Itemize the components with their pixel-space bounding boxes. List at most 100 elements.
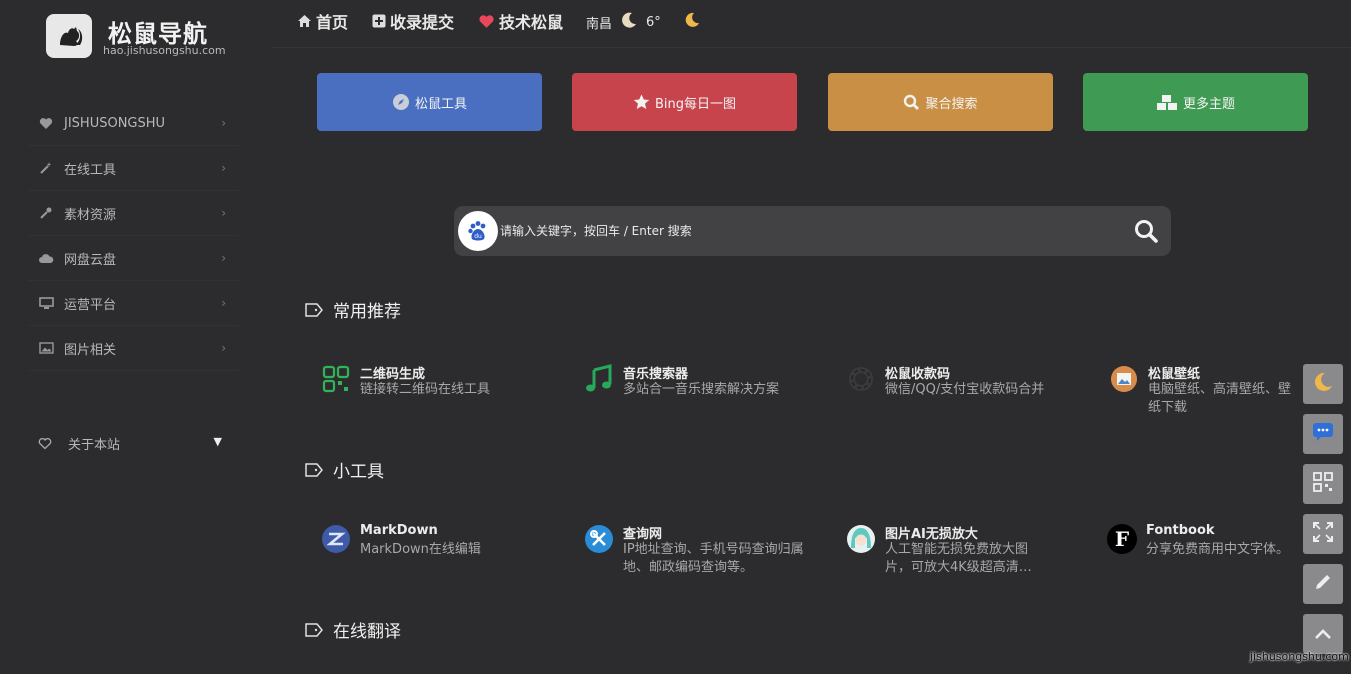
card-desc: 分享免费商用中文字体。: [1146, 542, 1290, 557]
qrcode-icon: [320, 363, 352, 395]
chevron-right-icon: ›: [221, 116, 226, 130]
search-submit-icon[interactable]: [1134, 219, 1159, 244]
sidebar-item-operations[interactable]: 运营平台 ›: [28, 281, 238, 326]
sidebar-item-images[interactable]: 图片相关 ›: [28, 326, 238, 371]
svg-text:F: F: [1115, 527, 1129, 551]
float-back-to-top-button[interactable]: [1303, 614, 1343, 654]
sidebar-item-label: 网盘云盘: [64, 252, 117, 268]
sidebar-nav: JISHUSONGSHU › 在线工具 › 素材资源 › 网盘云盘 › 运营平台…: [28, 101, 238, 371]
sidebar-item-label: 素材资源: [64, 207, 117, 223]
section-title-text: 在线翻译: [333, 622, 401, 642]
top-nav: 首页 收录提交 技术松鼠: [297, 9, 587, 33]
section-title-text: 常用推荐: [333, 302, 401, 322]
nav-tech-link[interactable]: 技术松鼠: [478, 9, 563, 33]
sidebar-item-online-tools[interactable]: 在线工具 ›: [28, 146, 238, 191]
nav-home-label: 首页: [316, 13, 349, 32]
chevron-right-icon: ›: [221, 161, 226, 175]
card-desc: 多站合一音乐搜索解决方案: [623, 382, 780, 397]
cloud-icon: [36, 251, 56, 265]
quick-button-search[interactable]: 聚合搜索: [828, 73, 1053, 131]
nav-submit-label: 收录提交: [390, 13, 455, 32]
quick-button-label: 松鼠工具: [414, 96, 467, 112]
qrcode-icon: [1313, 472, 1333, 496]
tools-icon: [583, 523, 615, 555]
squirrel-logo-icon: [46, 14, 92, 58]
chevron-right-icon: ›: [221, 341, 226, 355]
chevron-right-icon: ›: [221, 251, 226, 265]
sidebar: 松鼠导航 hao.jishusongshu.com JISHUSONGSHU ›…: [0, 0, 270, 674]
heart-outline-icon: [38, 437, 54, 450]
heart-icon: [478, 14, 495, 29]
sidebar-item-label: 在线工具: [64, 162, 117, 178]
card-name: 图片AI无损放大: [885, 527, 978, 542]
chevron-right-icon: ›: [221, 296, 226, 310]
dark-mode-toggle-icon[interactable]: [683, 11, 701, 33]
search-icon: [903, 94, 920, 111]
chevron-right-icon: ›: [221, 206, 226, 220]
quick-button-label: 更多主题: [1182, 96, 1235, 112]
card-desc: 链接转二维码在线工具: [360, 382, 491, 397]
float-edit-button[interactable]: [1303, 564, 1343, 604]
nav-tech-label: 技术松鼠: [499, 13, 564, 32]
nav-home-link[interactable]: 首页: [297, 9, 348, 33]
quick-button-tools[interactable]: 松鼠工具: [317, 73, 542, 131]
quick-button-label: Bing每日一图: [654, 96, 737, 112]
search-bar: du: [454, 206, 1171, 256]
nav-submit-link[interactable]: 收录提交: [372, 9, 454, 33]
image-icon: [36, 341, 56, 355]
chat-icon: [1312, 422, 1334, 446]
float-dark-mode-button[interactable]: [1303, 364, 1343, 404]
card-desc: MarkDown在线编辑: [360, 542, 481, 557]
card-name: MarkDown: [360, 523, 438, 538]
music-note-icon: [583, 363, 615, 395]
fontbook-logo-icon: F: [1106, 523, 1138, 555]
section-title-translate: 在线翻译: [305, 617, 401, 642]
home-icon: [297, 14, 312, 28]
magic-wand-icon: [36, 161, 56, 175]
plus-square-icon: [372, 14, 386, 28]
sidebar-item-jishusongshu[interactable]: JISHUSONGSHU ›: [28, 101, 238, 146]
about-label: 关于本站: [68, 437, 121, 453]
cubes-icon: [1156, 94, 1178, 111]
float-qrcode-button[interactable]: [1303, 464, 1343, 504]
moon-icon: [620, 11, 638, 33]
wallpaper-image-icon: [1108, 363, 1140, 395]
fullscreen-icon: [1313, 522, 1333, 546]
sidebar-item-label: JISHUSONGSHU: [64, 115, 166, 131]
moon-icon: [1312, 371, 1334, 397]
svg-text:du: du: [474, 233, 482, 240]
weather-temp: 6°: [646, 14, 661, 30]
quick-button-label: 聚合搜索: [925, 96, 978, 112]
quick-button-bing[interactable]: Bing每日一图: [572, 73, 797, 131]
float-chat-button[interactable]: [1303, 414, 1343, 454]
section-title-text: 小工具: [333, 462, 384, 482]
section-title-recommend: 常用推荐: [305, 297, 401, 322]
card-desc: 微信/QQ/支付宝收款码合并: [885, 382, 1045, 397]
sidebar-item-cloud-drive[interactable]: 网盘云盘 ›: [28, 236, 238, 281]
card-desc: 人工智能无损免费放大图片，可放大4K级超高清…: [885, 542, 1032, 575]
baidu-icon[interactable]: du: [458, 211, 498, 251]
quick-button-themes[interactable]: 更多主题: [1083, 73, 1308, 131]
watermark: jishusongshu.com: [1250, 650, 1349, 663]
sidebar-item-assets[interactable]: 素材资源 ›: [28, 191, 238, 236]
weather-city: 南昌: [586, 16, 613, 32]
float-fullscreen-button[interactable]: [1303, 514, 1343, 554]
search-input[interactable]: [500, 218, 1120, 244]
sidebar-item-about[interactable]: 关于本站 ▼: [38, 432, 228, 454]
site-logo[interactable]: 松鼠导航 hao.jishusongshu.com: [46, 14, 246, 62]
card-name: 松鼠收款码: [885, 367, 951, 382]
weather-widget[interactable]: 南昌 6°: [586, 11, 709, 33]
tag-icon: [305, 462, 323, 477]
card-name: Fontbook: [1146, 523, 1215, 538]
markdown-logo-icon: [320, 523, 352, 555]
top-bar: 首页 收录提交 技术松鼠 南昌 6°: [272, 0, 1351, 48]
compass-icon: [392, 93, 410, 111]
sidebar-item-label: 图片相关: [64, 342, 117, 358]
monitor-icon: [36, 296, 56, 310]
card-desc: IP地址查询、手机号码查询归属地、邮政编码查询等。: [623, 542, 804, 575]
anime-avatar-icon: [845, 523, 877, 555]
pencil-icon: [1313, 572, 1333, 596]
section-title-tools: 小工具: [305, 457, 384, 482]
heart-icon: [36, 116, 56, 130]
card-name: 松鼠壁纸: [1148, 367, 1201, 382]
